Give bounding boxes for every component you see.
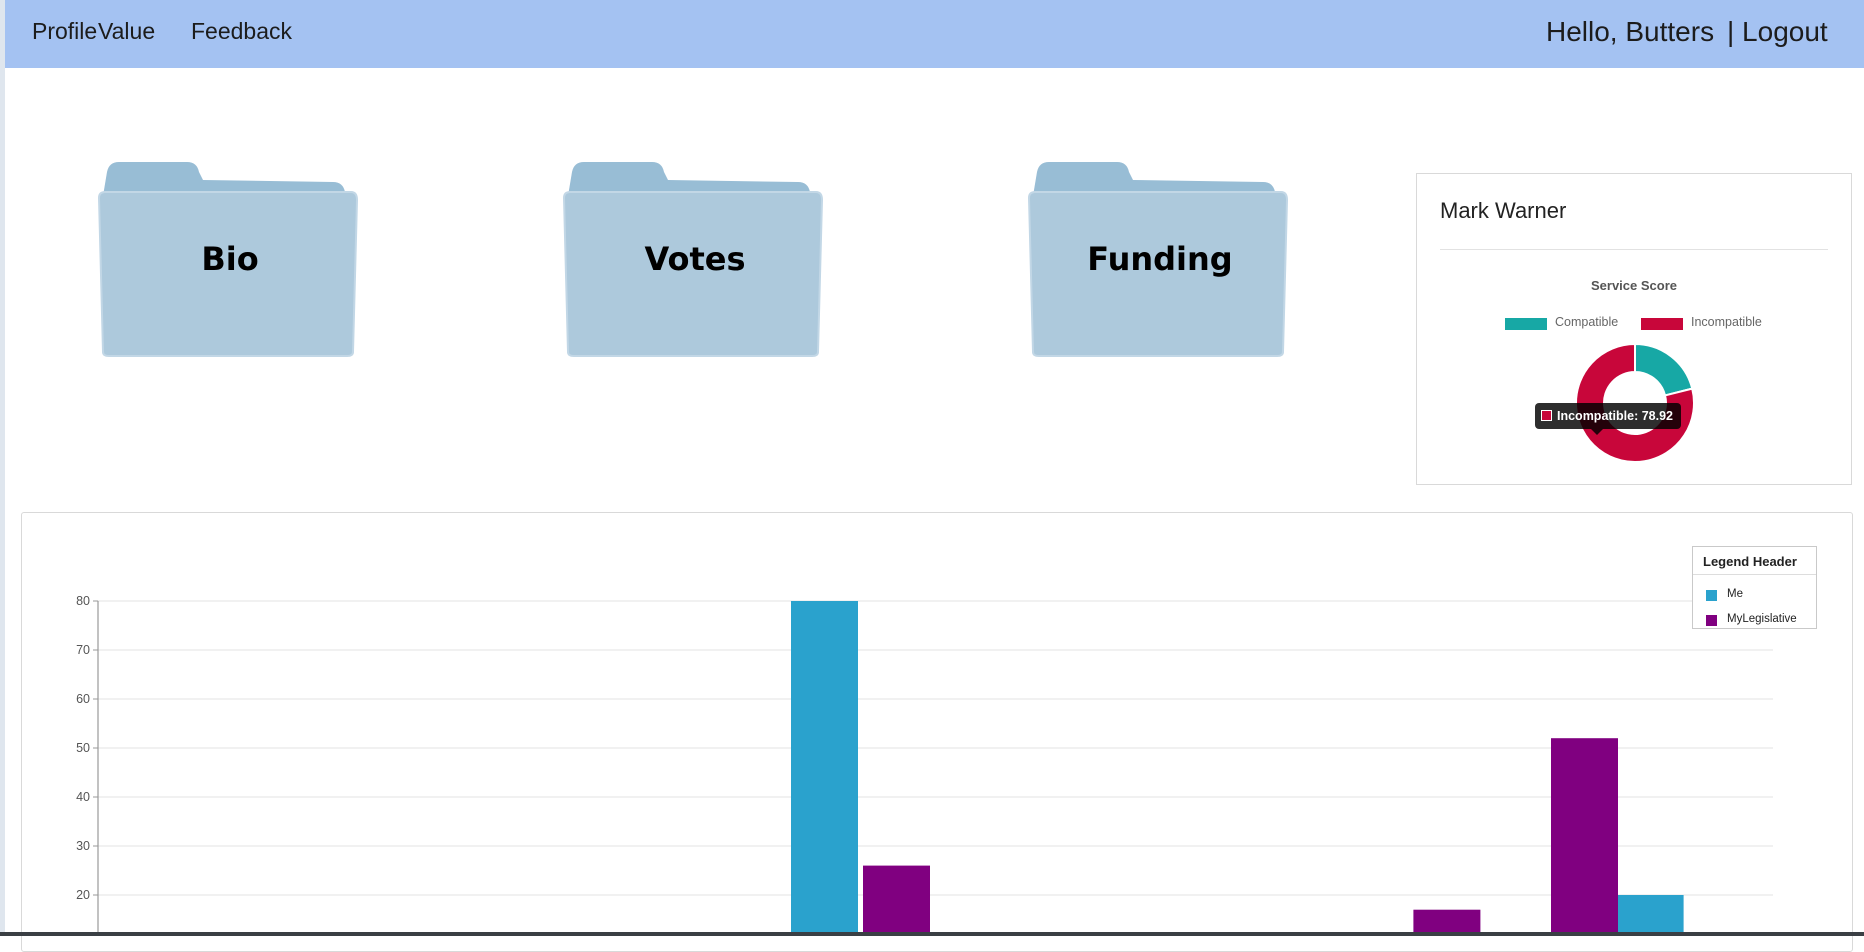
chart-legend: Legend Header Me MyLegislative [1692, 546, 1817, 629]
bar-mylegislative-group-10[interactable] [1551, 738, 1618, 936]
y-tick-label: 70 [76, 643, 90, 657]
comparison-bar-chart: 20 30 40 50 60 70 80 [76, 594, 1773, 936]
bar-mylegislative-group-5[interactable] [863, 865, 930, 936]
y-tick-label: 20 [76, 888, 90, 902]
chart-legend-header: Legend Header [1703, 554, 1797, 569]
legend-me-label[interactable]: Me [1727, 588, 1743, 600]
y-tick-label: 30 [76, 839, 90, 853]
y-tick-label: 80 [76, 594, 90, 608]
taskbar-edge [0, 932, 1864, 936]
legend-separator [1693, 574, 1816, 575]
y-tick-label: 50 [76, 741, 90, 755]
legend-me-swatch[interactable] [1706, 590, 1717, 601]
y-tick-label: 60 [76, 692, 90, 706]
bar-me-group-5[interactable] [791, 601, 858, 936]
bar-me-group-11[interactable] [1616, 895, 1684, 936]
legend-mylegislative-swatch[interactable] [1706, 615, 1717, 626]
legend-mylegislative-label[interactable]: MyLegislative [1727, 613, 1797, 625]
y-tick-label: 40 [76, 790, 90, 804]
